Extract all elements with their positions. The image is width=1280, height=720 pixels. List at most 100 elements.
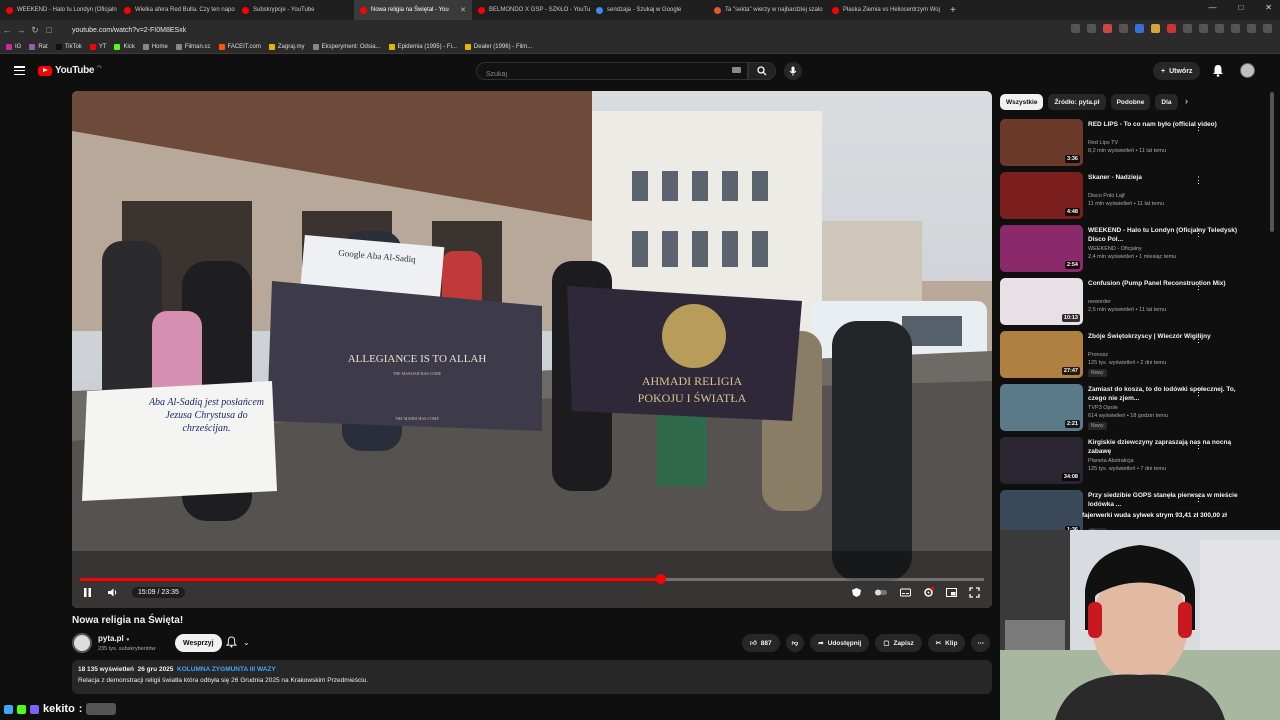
video-thumbnail[interactable]: 34:08 <box>1000 437 1083 484</box>
create-button[interactable]: + Utwórz <box>1153 62 1201 80</box>
recommended-video[interactable]: 3:36 RED LIPS - To co nam było (official … <box>1000 118 1270 171</box>
notifications-button[interactable] <box>1212 64 1224 82</box>
recommended-channel[interactable]: TVP3 Opole <box>1088 405 1118 411</box>
more-vertical-icon[interactable]: ⋮ <box>1194 493 1203 504</box>
video-thumbnail[interactable]: 2:54 <box>1000 225 1083 272</box>
extension-icon[interactable] <box>1231 24 1240 33</box>
account-avatar[interactable] <box>1240 63 1255 78</box>
video-thumbnail[interactable]: 27:47 <box>1000 331 1083 378</box>
browser-tab[interactable]: BELMONDO X GSP - SZKŁO - YouTub <box>472 0 590 20</box>
maximize-icon[interactable]: □ <box>1238 3 1243 12</box>
more-vertical-icon[interactable]: ⋮ <box>1194 175 1203 186</box>
bookmark-item[interactable]: Kick <box>114 43 135 50</box>
close-window-icon[interactable]: ✕ <box>1265 3 1272 12</box>
filter-chip[interactable]: Dla <box>1155 94 1178 110</box>
extension-icon[interactable] <box>1167 24 1176 33</box>
voice-search-button[interactable] <box>784 62 802 80</box>
recommended-video[interactable]: 10:13 Confusion (Pump Panel Reconstructio… <box>1000 277 1270 330</box>
fullscreen-icon[interactable] <box>969 587 980 598</box>
more-vertical-icon[interactable]: ⋮ <box>1194 387 1203 398</box>
recommended-video[interactable]: 34:08 Kirgiskie dziewczyny zapraszają nas… <box>1000 436 1270 489</box>
recommended-video[interactable]: 2:54 WEEKEND - Halo tu Londyn (Oficjalny … <box>1000 224 1270 277</box>
back-icon[interactable]: ← <box>0 25 14 35</box>
recommended-video[interactable]: 27:47 Zbóje Świętokrzyscy | Wieczór Wigil… <box>1000 330 1270 383</box>
bookmark-tab-icon[interactable]: □ <box>42 25 56 35</box>
extension-icon[interactable] <box>1151 24 1160 33</box>
bookmark-item[interactable]: Eksperyment: Odsia... <box>312 43 381 50</box>
autoplay-toggle-icon[interactable] <box>874 587 888 598</box>
chevron-right-icon[interactable]: › <box>1185 96 1188 106</box>
minimize-icon[interactable]: — <box>1208 3 1216 12</box>
clip-button[interactable]: ✂ Klip <box>927 634 966 652</box>
bookmark-item[interactable]: Rat <box>29 43 48 50</box>
search-button[interactable] <box>748 62 776 80</box>
video-thumbnail[interactable]: 2:21 <box>1000 384 1083 431</box>
menu-icon[interactable] <box>14 66 25 75</box>
video-thumbnail[interactable]: 4:48 <box>1000 172 1083 219</box>
extension-icon[interactable] <box>1071 24 1080 33</box>
more-vertical-icon[interactable]: ⋮ <box>1194 281 1203 292</box>
recommended-title[interactable]: WEEKEND - Halo tu Londyn (Oficjalny Tele… <box>1088 226 1246 244</box>
dislike-button[interactable]: 👎︎ <box>785 634 805 652</box>
location-tag[interactable]: KOLUMNA ZYGMUNTA III WAZY <box>177 666 276 673</box>
extension-icon[interactable] <box>1247 24 1256 33</box>
subscription-bell-button[interactable]: ⌄ <box>226 636 250 648</box>
support-button[interactable]: Wesprzyj <box>175 634 222 652</box>
recommended-channel[interactable]: Planeta Abstrakcja <box>1088 458 1134 464</box>
recommended-video[interactable]: 4:48 Skaner - Nadzieja Disco Polo Lajf 11 m… <box>1000 171 1270 224</box>
settings-gear-icon[interactable] <box>923 587 934 598</box>
channel-avatar[interactable] <box>72 633 92 653</box>
recommended-title[interactable]: Skaner - Nadzieja <box>1088 173 1246 182</box>
more-vertical-icon[interactable]: ⋮ <box>1194 228 1203 239</box>
browser-tab[interactable]: Nowa religia na Świętal - You ✕ <box>354 0 472 20</box>
bookmark-item[interactable]: Dealer (1996) - Film... <box>464 43 532 50</box>
bookmark-item[interactable]: IG <box>6 43 21 50</box>
new-tab-button[interactable]: + <box>944 5 962 16</box>
recommended-title[interactable]: RED LIPS - To co nam było (official vide… <box>1088 120 1246 129</box>
more-actions-button[interactable]: ⋯ <box>971 634 990 652</box>
recommended-channel[interactable]: neworder <box>1088 299 1111 305</box>
recommended-title[interactable]: Zbóje Świętokrzyscy | Wieczór Wigilijny <box>1088 332 1246 341</box>
browser-tab[interactable]: WEEKEND - Halo tu Londyn (Oficjaln <box>0 0 118 20</box>
video-player[interactable]: Google Aba Al-Sadiq ALLEGIANCE IS TO ALL… <box>72 91 992 608</box>
search-input[interactable] <box>477 66 717 83</box>
bookmark-item[interactable]: Filman.cc <box>175 43 211 50</box>
recommended-channel[interactable]: WEEKEND - Oficjalny <box>1088 246 1142 252</box>
extension-icon[interactable] <box>1199 24 1208 33</box>
bookmark-item[interactable]: FACEIT.com <box>218 43 261 50</box>
shield-heart-icon[interactable] <box>851 587 862 598</box>
bookmark-item[interactable]: YT <box>89 43 106 50</box>
browser-tab[interactable]: sendzaja - Szukaj w Google <box>590 0 708 20</box>
video-thumbnail[interactable]: 10:13 <box>1000 278 1083 325</box>
more-vertical-icon[interactable]: ⋮ <box>1194 440 1203 451</box>
share-button[interactable]: ➦ Udostępnij <box>810 634 870 652</box>
browser-tab[interactable]: Płaska Ziemia vs Heliocentrzym Woj <box>826 0 944 20</box>
more-vertical-icon[interactable]: ⋮ <box>1194 334 1203 345</box>
save-button[interactable]: ▢ Zapisz <box>875 634 922 652</box>
extension-icon[interactable] <box>1119 24 1128 33</box>
video-thumbnail[interactable]: 3:36 <box>1000 119 1083 166</box>
reload-icon[interactable]: ↻ <box>28 25 42 36</box>
recommended-title[interactable]: Confusion (Pump Panel Reconstruction Mix… <box>1088 279 1246 288</box>
bookmark-item[interactable]: Zagraj.my <box>268 43 305 50</box>
filter-chip[interactable]: Podobne <box>1110 94 1151 110</box>
extension-icon[interactable] <box>1263 24 1272 33</box>
miniplayer-icon[interactable] <box>946 587 957 598</box>
recommended-channel[interactable]: Pronosz <box>1088 352 1108 358</box>
like-button[interactable]: 👍︎ 887 <box>742 634 780 652</box>
recommended-video[interactable]: 2:21 Zamiast do kosza, to do lodówki społ… <box>1000 383 1270 436</box>
browser-tab[interactable]: Ta "sekta" wierzy w najbardziej szalo <box>708 0 826 20</box>
extension-icon[interactable] <box>1103 24 1112 33</box>
recommended-channel[interactable]: Red Lips TV <box>1088 140 1118 146</box>
filter-chip[interactable]: Źródło: pyta.pl <box>1048 94 1106 110</box>
keyboard-icon[interactable] <box>732 67 741 73</box>
subtitles-icon[interactable] <box>900 587 911 598</box>
extension-icon[interactable] <box>1087 24 1096 33</box>
url-field[interactable]: youtube.com/watch?v=2-FI0M8ESxk <box>72 27 186 34</box>
scrollbar[interactable] <box>1270 92 1274 232</box>
description-box[interactable]: 18 135 wyświetleń 26 gru 2025 KOLUMNA ZY… <box>72 660 992 694</box>
extension-icon[interactable] <box>1215 24 1224 33</box>
volume-icon[interactable] <box>107 587 118 598</box>
recommended-title[interactable]: Kirgiskie dziewczyny zapraszają nas na n… <box>1088 438 1246 456</box>
bookmark-item[interactable]: Epidemia (1995) - Fi... <box>388 43 457 50</box>
